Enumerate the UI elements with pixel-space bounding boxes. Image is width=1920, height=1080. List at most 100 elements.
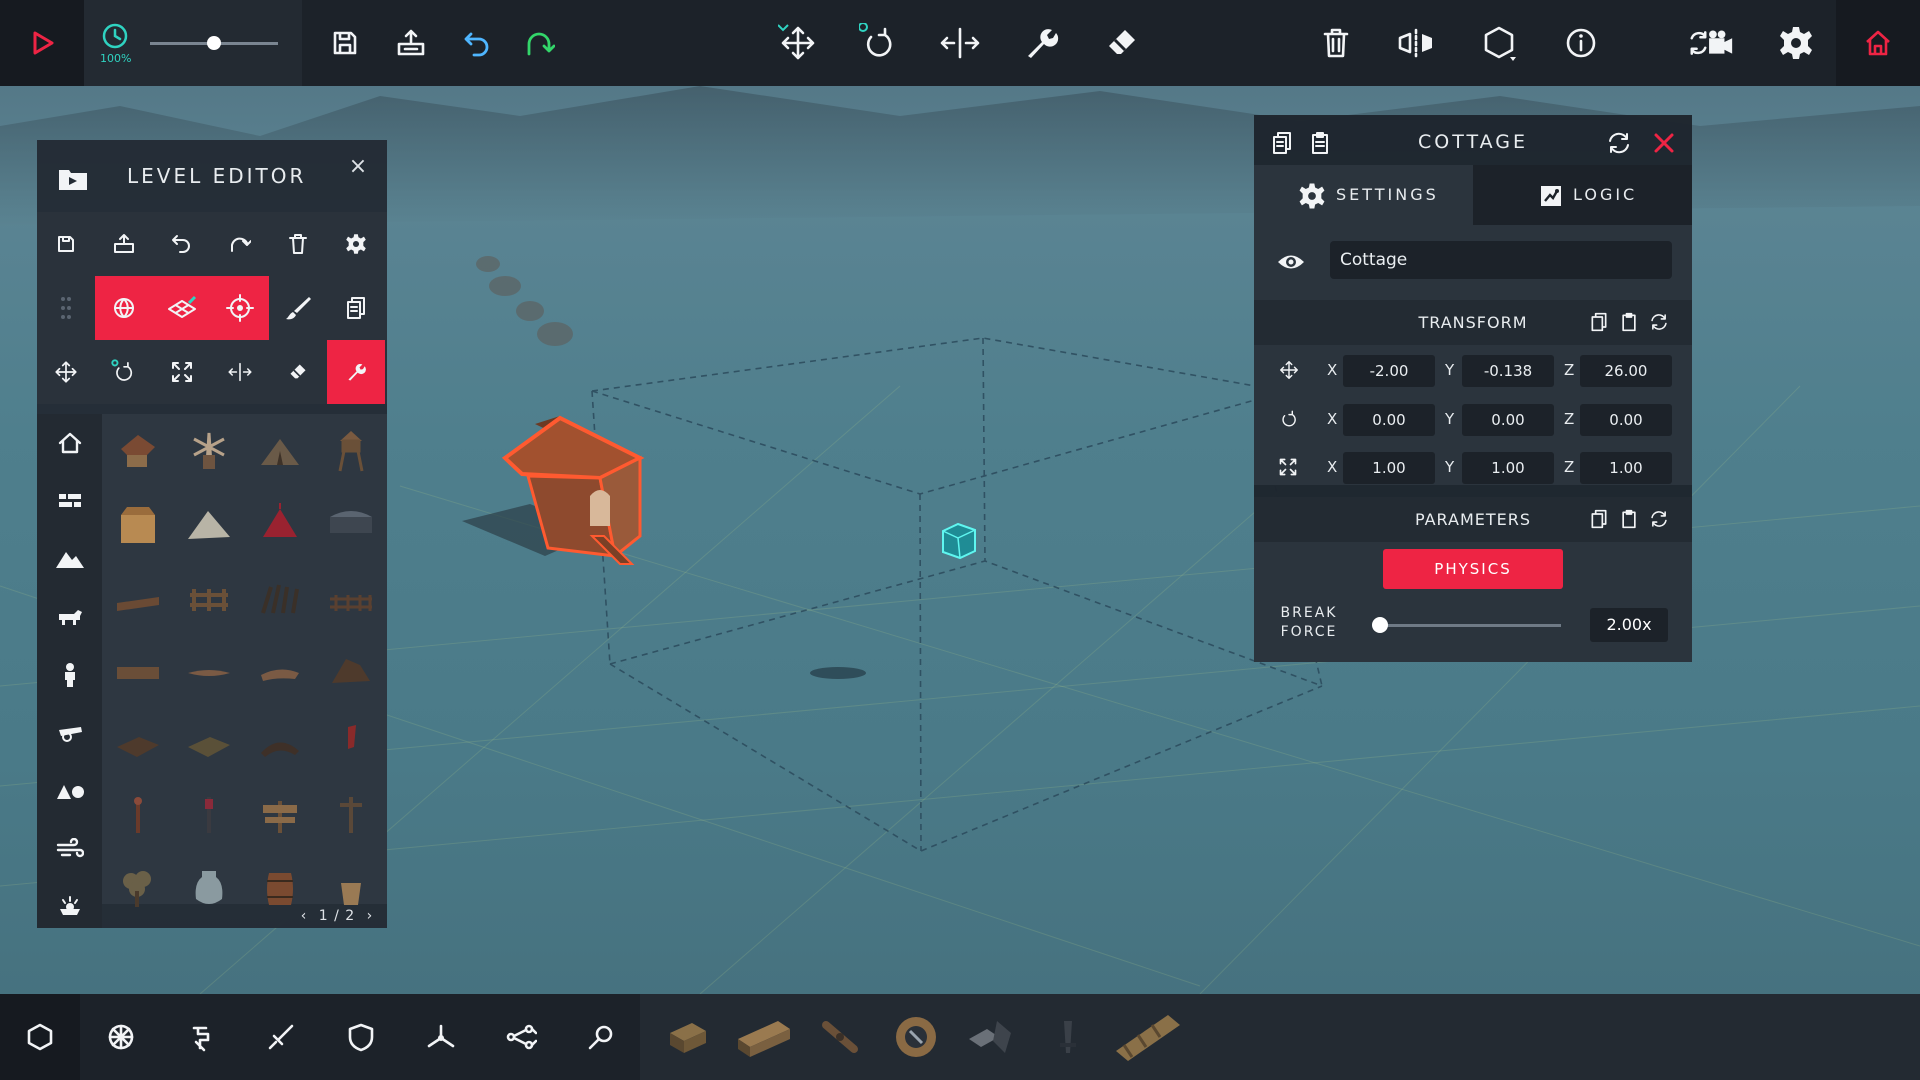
play-button[interactable] — [0, 0, 84, 86]
rotation-y-input[interactable]: 0.00 — [1462, 404, 1554, 436]
paste-icon[interactable] — [1619, 509, 1639, 529]
palette-next-button[interactable]: › — [367, 908, 374, 924]
block-category-basic[interactable] — [0, 994, 80, 1080]
palette-item-scarecrow[interactable] — [110, 786, 166, 842]
scale-x-input[interactable]: 1.00 — [1343, 452, 1435, 484]
mirror-button[interactable] — [1391, 18, 1441, 68]
palette-item-plank[interactable] — [110, 642, 166, 698]
block-category-flight[interactable] — [416, 1012, 466, 1062]
palette-item-trunk[interactable] — [252, 642, 308, 698]
speed-slider-knob[interactable] — [207, 36, 221, 50]
le-paint-button[interactable] — [269, 276, 327, 340]
le-wrench-button[interactable] — [327, 340, 385, 404]
le-save-button[interactable] — [37, 212, 95, 276]
palette-item-tent[interactable] — [252, 422, 308, 478]
palette-item-ruins[interactable] — [252, 714, 308, 770]
palette-item-cross[interactable] — [323, 786, 379, 842]
palette-item-log-pile[interactable] — [110, 570, 166, 626]
object-name-input[interactable]: Cottage — [1330, 241, 1672, 279]
delete-button[interactable] — [1311, 18, 1361, 68]
le-delete-button[interactable] — [269, 212, 327, 276]
le-drag-handle[interactable] — [37, 276, 95, 340]
palette-item-wagon[interactable] — [323, 496, 379, 552]
palette-item-cottage[interactable] — [110, 422, 166, 478]
block-item-4[interactable] — [886, 1012, 946, 1062]
scale-tool-button[interactable] — [935, 18, 985, 68]
close-icon[interactable] — [1652, 131, 1676, 155]
palette-item-tree[interactable] — [110, 860, 166, 916]
palette-item-windmill[interactable] — [181, 422, 237, 478]
category-characters[interactable] — [37, 646, 102, 704]
palette-item-rail-fence[interactable] — [323, 570, 379, 626]
block-item-6[interactable] — [1038, 1012, 1098, 1062]
copy-icon[interactable] — [1589, 312, 1609, 332]
le-grid-snap-button[interactable] — [153, 276, 211, 340]
category-weather[interactable] — [37, 820, 102, 878]
palette-item-banner[interactable] — [323, 714, 379, 770]
le-scale-button[interactable] — [153, 340, 211, 404]
info-button[interactable] — [1556, 18, 1606, 68]
le-settings-button[interactable] — [327, 212, 385, 276]
wrench-tool-button[interactable] — [1016, 18, 1066, 68]
category-weapons[interactable] — [37, 704, 102, 762]
category-terrain[interactable] — [37, 530, 102, 588]
category-animals[interactable] — [37, 588, 102, 646]
load-button[interactable] — [386, 18, 436, 68]
object-shape-button[interactable] — [1474, 18, 1524, 68]
le-undo-button[interactable] — [153, 212, 211, 276]
le-stretch-button[interactable] — [211, 340, 269, 404]
copy-icon[interactable] — [1589, 509, 1609, 529]
save-button[interactable] — [320, 18, 370, 68]
block-category-armour[interactable] — [336, 1012, 386, 1062]
visibility-eye-icon[interactable] — [1276, 251, 1306, 273]
block-category-wheels[interactable] — [96, 1012, 146, 1062]
category-primitives[interactable] — [37, 762, 102, 820]
block-item-7[interactable] — [1108, 1012, 1188, 1062]
tab-settings[interactable]: SETTINGS — [1254, 165, 1473, 225]
paste-icon[interactable] — [1619, 312, 1639, 332]
palette-prev-button[interactable]: ‹ — [301, 908, 308, 924]
block-item-2[interactable] — [732, 1012, 796, 1062]
le-pivot-button[interactable] — [211, 276, 269, 340]
position-x-input[interactable]: -2.00 — [1343, 355, 1435, 387]
rotate-tool-button[interactable] — [854, 18, 904, 68]
reset-icon[interactable] — [1606, 131, 1632, 155]
block-category-weapons[interactable] — [256, 1012, 306, 1062]
category-buildings[interactable] — [37, 414, 102, 472]
break-force-value[interactable]: 2.00x — [1590, 608, 1668, 642]
le-redo-button[interactable] — [211, 212, 269, 276]
level-editor-close-button[interactable]: × — [343, 152, 373, 182]
move-tool-button[interactable] — [773, 18, 823, 68]
block-item-3[interactable] — [810, 1012, 870, 1062]
break-force-slider-track[interactable] — [1379, 624, 1561, 627]
redo-button[interactable] — [514, 18, 564, 68]
le-global-mode-button[interactable] — [95, 276, 153, 340]
eraser-tool-button[interactable] — [1097, 18, 1147, 68]
category-walls[interactable] — [37, 472, 102, 530]
rotation-x-input[interactable]: 0.00 — [1343, 404, 1435, 436]
scale-z-input[interactable]: 1.00 — [1580, 452, 1672, 484]
le-load-button[interactable] — [95, 212, 153, 276]
palette-item-watchtower[interactable] — [323, 422, 379, 478]
block-category-mechanical[interactable] — [176, 1012, 226, 1062]
le-rotate-button[interactable] — [95, 340, 153, 404]
undo-button[interactable] — [452, 18, 502, 68]
le-move-button[interactable] — [37, 340, 95, 404]
break-force-slider-knob[interactable] — [1372, 617, 1388, 633]
palette-item-hay-pile[interactable] — [181, 714, 237, 770]
block-category-automation[interactable] — [496, 1012, 546, 1062]
reset-icon[interactable] — [1649, 509, 1669, 529]
palette-item-signpost[interactable] — [252, 786, 308, 842]
scale-y-input[interactable]: 1.00 — [1462, 452, 1554, 484]
palette-item-red-tent[interactable] — [252, 496, 308, 552]
le-copy-button[interactable] — [327, 276, 385, 340]
home-button[interactable] — [1836, 0, 1920, 86]
block-search-button[interactable] — [576, 1012, 626, 1062]
palette-item-white-tent[interactable] — [181, 496, 237, 552]
position-y-input[interactable]: -0.138 — [1462, 355, 1554, 387]
palette-item-log[interactable] — [181, 642, 237, 698]
palette-item-debris[interactable] — [323, 642, 379, 698]
palette-item-totem[interactable] — [181, 786, 237, 842]
settings-button[interactable] — [1771, 18, 1821, 68]
category-effects[interactable] — [37, 878, 102, 936]
